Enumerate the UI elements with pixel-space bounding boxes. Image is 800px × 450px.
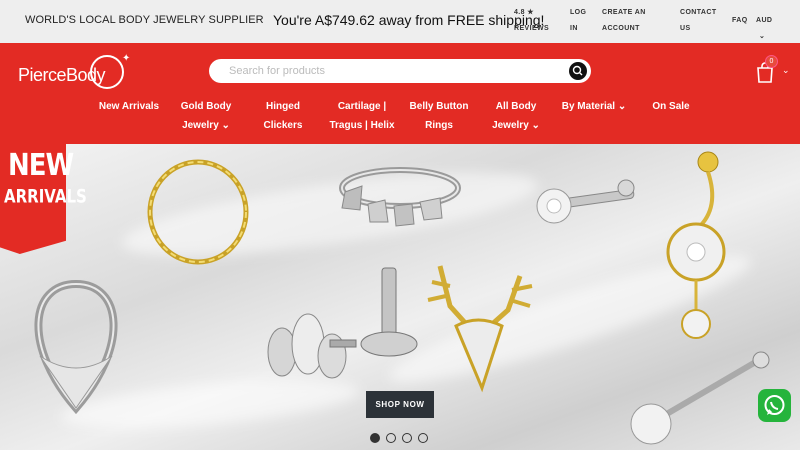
faq-link[interactable]: FAQ <box>732 13 748 29</box>
currency-selector[interactable]: AUD ⌄ <box>756 13 772 45</box>
logo-text: PierceBody <box>18 65 106 85</box>
badge-new-text: NEW <box>8 148 74 184</box>
carousel-dot[interactable] <box>386 433 396 443</box>
create-account-link[interactable]: CREATE AN ACCOUNT <box>602 5 646 37</box>
carousel-dot[interactable] <box>418 433 428 443</box>
nav-by-material[interactable]: By Material ⌄ <box>556 97 632 116</box>
site-header: PierceBody ✦ Search for products 0 ⌄ New… <box>0 43 800 144</box>
gold-hoop-ring-image <box>147 159 249 265</box>
gold-belly-ring-image <box>666 151 726 339</box>
cart-count-badge: 0 <box>765 55 778 68</box>
carousel-dot[interactable] <box>402 433 412 443</box>
lotus-gem-labret-image <box>267 313 357 379</box>
search-bar[interactable]: Search for products <box>209 59 591 83</box>
search-input[interactable]: Search for products <box>229 65 325 77</box>
hero-banner[interactable]: NEW ARRIVALS SHOP NOW <box>0 144 800 450</box>
nav-on-sale[interactable]: On Sale <box>644 97 698 116</box>
flower-labret-image <box>536 179 635 224</box>
top-bar: WORLD'S LOCAL BODY JEWELRY SUPPLIER You'… <box>0 0 800 43</box>
carousel-dot[interactable] <box>370 433 380 443</box>
silver-clicker-image <box>339 167 461 227</box>
nav-hinged-clickers[interactable]: Hinged Clickers <box>252 97 314 135</box>
silver-gem-clicker-image <box>34 279 118 415</box>
nav-new-arrivals[interactable]: New Arrivals <box>95 97 163 116</box>
search-icon <box>572 65 583 76</box>
contact-us-link[interactable]: CONTACT US <box>680 5 717 37</box>
shop-now-button[interactable]: SHOP NOW <box>366 391 434 418</box>
nav-gold-body-jewelry[interactable]: Gold Body Jewelry ⌄ <box>173 97 239 135</box>
nav-cartilage-tragus-helix[interactable]: Cartilage | Tragus | Helix <box>326 97 398 135</box>
nav-all-body-jewelry[interactable]: All Body Jewelry ⌄ <box>484 97 548 135</box>
sparkle-icon: ✦ <box>122 53 131 64</box>
silver-nose-bone-image <box>630 351 770 445</box>
search-button[interactable] <box>569 62 587 80</box>
reviews-link[interactable]: 4.8 ★ REVIEWS <box>514 5 549 37</box>
gold-deer-jewelry-image <box>427 265 533 393</box>
logo[interactable]: PierceBody ✦ <box>18 51 133 95</box>
carousel-dots <box>370 430 434 448</box>
flat-back-post-image <box>360 267 418 357</box>
chevron-down-icon[interactable]: ⌄ <box>782 65 790 76</box>
free-shipping-message: You're A$749.62 away from FREE shipping! <box>273 12 545 28</box>
store-tagline: WORLD'S LOCAL BODY JEWELRY SUPPLIER <box>25 14 264 26</box>
nav-belly-button-rings[interactable]: Belly Button Rings <box>404 97 474 135</box>
whatsapp-icon <box>764 395 785 415</box>
login-link[interactable]: LOG IN <box>570 5 586 37</box>
whatsapp-button[interactable] <box>758 389 791 422</box>
badge-arrivals-text: ARRIVALS <box>4 184 87 208</box>
